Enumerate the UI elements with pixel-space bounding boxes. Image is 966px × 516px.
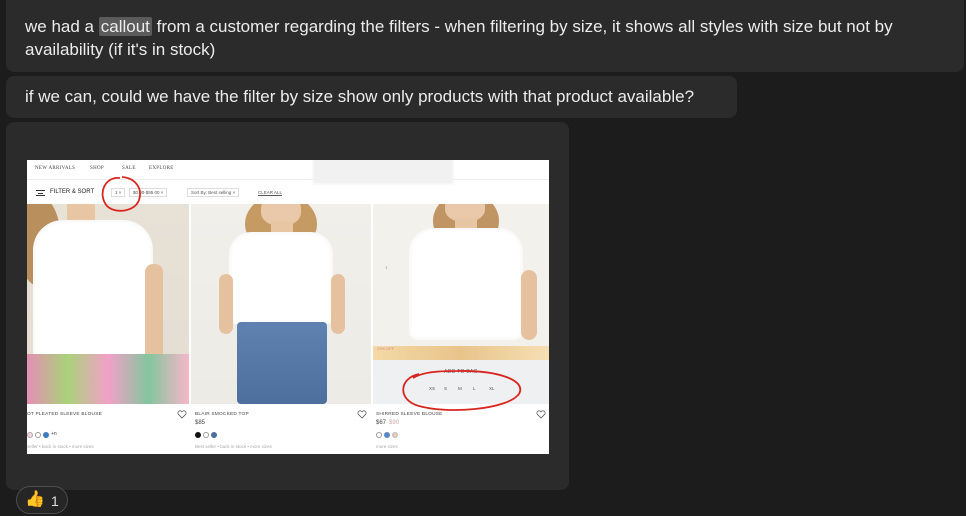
nav-new-arrivals: NEW ARRIVALS [35, 166, 76, 171]
attached-screenshot[interactable]: NEW ARRIVALS SHOP SALE EXPLORE FILTER & … [27, 160, 549, 454]
product-price: $67 $90 [376, 420, 400, 426]
filter-bar: FILTER & SORT 1 × $0.00-$95.00 × Sort By… [27, 184, 549, 202]
heart-icon [357, 410, 367, 419]
message-text: we had a callout from a customer regardi… [25, 17, 893, 59]
product-photo-2 [191, 204, 371, 404]
product-name: SHIRRED SLEEVE BLOUSE [376, 412, 443, 417]
nav-shop: SHOP [90, 166, 104, 171]
price-filter-chip: $0.00-$95.00 × [129, 188, 168, 197]
reaction-thumbs-up[interactable]: 👍 1 [16, 486, 68, 514]
size-option: XL [489, 386, 495, 391]
heart-icon [177, 410, 187, 419]
carousel-prev-icon: ‹ [385, 262, 388, 272]
product-photo-3: ‹ 29% OFF [373, 204, 549, 360]
message-text: if we can, could we have the filter by s… [25, 87, 695, 106]
highlighted-word: callout [98, 17, 152, 36]
add-to-bag-panel: ADD TO BAG XS S M L XL [373, 360, 549, 404]
redacted-area [313, 160, 453, 184]
product-meta: Best seller • back in stock • more sizes [195, 444, 272, 449]
clear-all-link: CLEAR ALL [258, 190, 283, 195]
reaction-count: 1 [51, 493, 59, 509]
product-photo-1 [27, 204, 189, 404]
original-price: $90 [389, 420, 400, 426]
product-card-1: OT PLEATED SLEEVE BLOUSE +n seller • bac… [27, 408, 189, 454]
size-option: XS [429, 386, 436, 391]
thumbs-up-icon: 👍 [25, 491, 45, 508]
size-option: M [458, 386, 462, 391]
product-card-3: SHIRRED SLEEVE BLOUSE $67 $90 more sizes [376, 408, 548, 454]
product-name: BLAIR SMOCKED TOP [195, 412, 249, 417]
store-nav: NEW ARRIVALS SHOP SALE EXPLORE [27, 160, 549, 184]
size-option: S [444, 386, 448, 391]
size-option: L [473, 386, 476, 391]
size-filter-chip: 1 × [111, 188, 126, 197]
message-callout[interactable]: we had a callout from a customer regardi… [6, 0, 964, 72]
product-meta: more sizes [376, 444, 398, 449]
message-request[interactable]: if we can, could we have the filter by s… [6, 76, 737, 118]
heart-icon [536, 410, 546, 419]
more-swatches: +n [51, 431, 57, 437]
product-name: OT PLEATED SLEEVE BLOUSE [27, 412, 103, 417]
nav-explore: EXPLORE [149, 166, 174, 171]
sale-tag: 29% OFF [377, 346, 395, 351]
product-meta: seller • back in stock • more sizes [27, 444, 94, 449]
sort-chip: Sort By: Best selling × [187, 188, 240, 197]
add-to-bag-label: ADD TO BAG [444, 369, 478, 375]
product-price: $85 [195, 420, 206, 426]
filter-icon [36, 190, 45, 196]
size-options: XS S M L XL [427, 386, 507, 392]
nav-sale: SALE [122, 166, 136, 171]
product-card-2: BLAIR SMOCKED TOP $85 Best seller • back… [195, 408, 371, 454]
filter-sort-label: FILTER & SORT [50, 189, 95, 195]
